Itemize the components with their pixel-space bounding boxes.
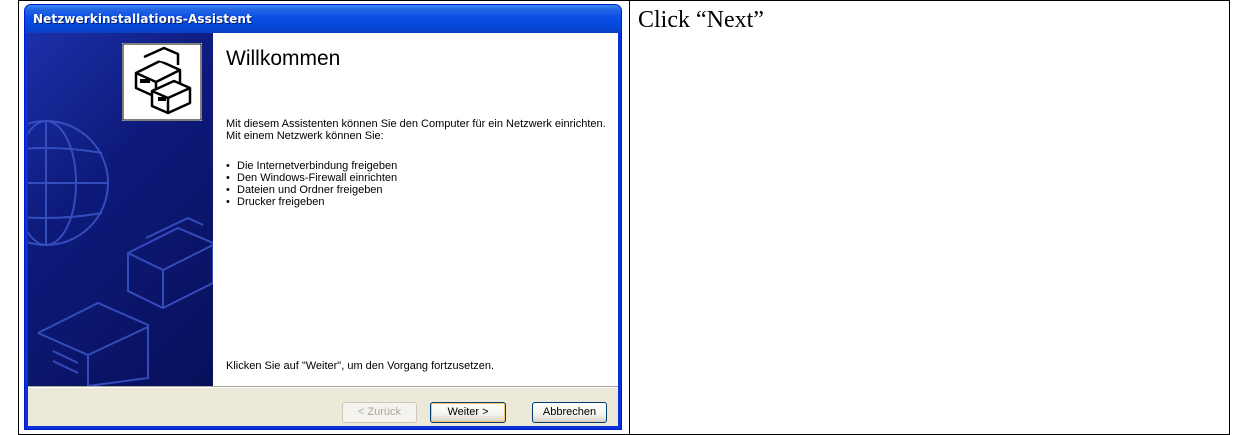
window-title: Netzwerkinstallations-Assistent: [33, 12, 252, 26]
instruction-cell: Click “Next”: [629, 0, 1230, 435]
wizard-client-area: Willkommen Mit diesem Assistenten können…: [28, 33, 618, 426]
list-item: Drucker freigeben: [226, 196, 397, 208]
list-item: Die Internetverbindung freigeben: [226, 160, 397, 172]
table-row: Netzwerkinstallations-Assistent Willkomm…: [18, 0, 1230, 435]
list-item: Dateien und Ordner freigeben: [226, 184, 397, 196]
button-separator: [28, 386, 618, 388]
title-bar[interactable]: Netzwerkinstallations-Assistent: [25, 5, 621, 33]
feature-list: Die Internetverbindung freigeben Den Win…: [226, 160, 397, 208]
wizard-content: Willkommen Mit diesem Assistenten können…: [213, 33, 618, 386]
screenshot-cell: Netzwerkinstallations-Assistent Willkomm…: [18, 0, 630, 435]
next-button[interactable]: Weiter >: [430, 402, 506, 423]
back-button[interactable]: < Zurück: [342, 402, 417, 423]
instruction-text: Click “Next”: [638, 7, 764, 33]
wizard-window: Netzwerkinstallations-Assistent Willkomm…: [24, 4, 622, 430]
cancel-button[interactable]: Abbrechen: [532, 402, 607, 423]
list-item: Den Windows-Firewall einrichten: [226, 172, 397, 184]
page-title: Willkommen: [226, 47, 341, 70]
network-banner-graphic: [28, 33, 213, 386]
continue-hint: Klicken Sie auf "Weiter", um den Vorgang…: [226, 360, 495, 372]
network-computers-icon: [122, 43, 202, 121]
intro-text: Mit diesem Assistenten können Sie den Co…: [226, 118, 606, 142]
instruction-table: Netzwerkinstallations-Assistent Willkomm…: [18, 0, 1230, 435]
